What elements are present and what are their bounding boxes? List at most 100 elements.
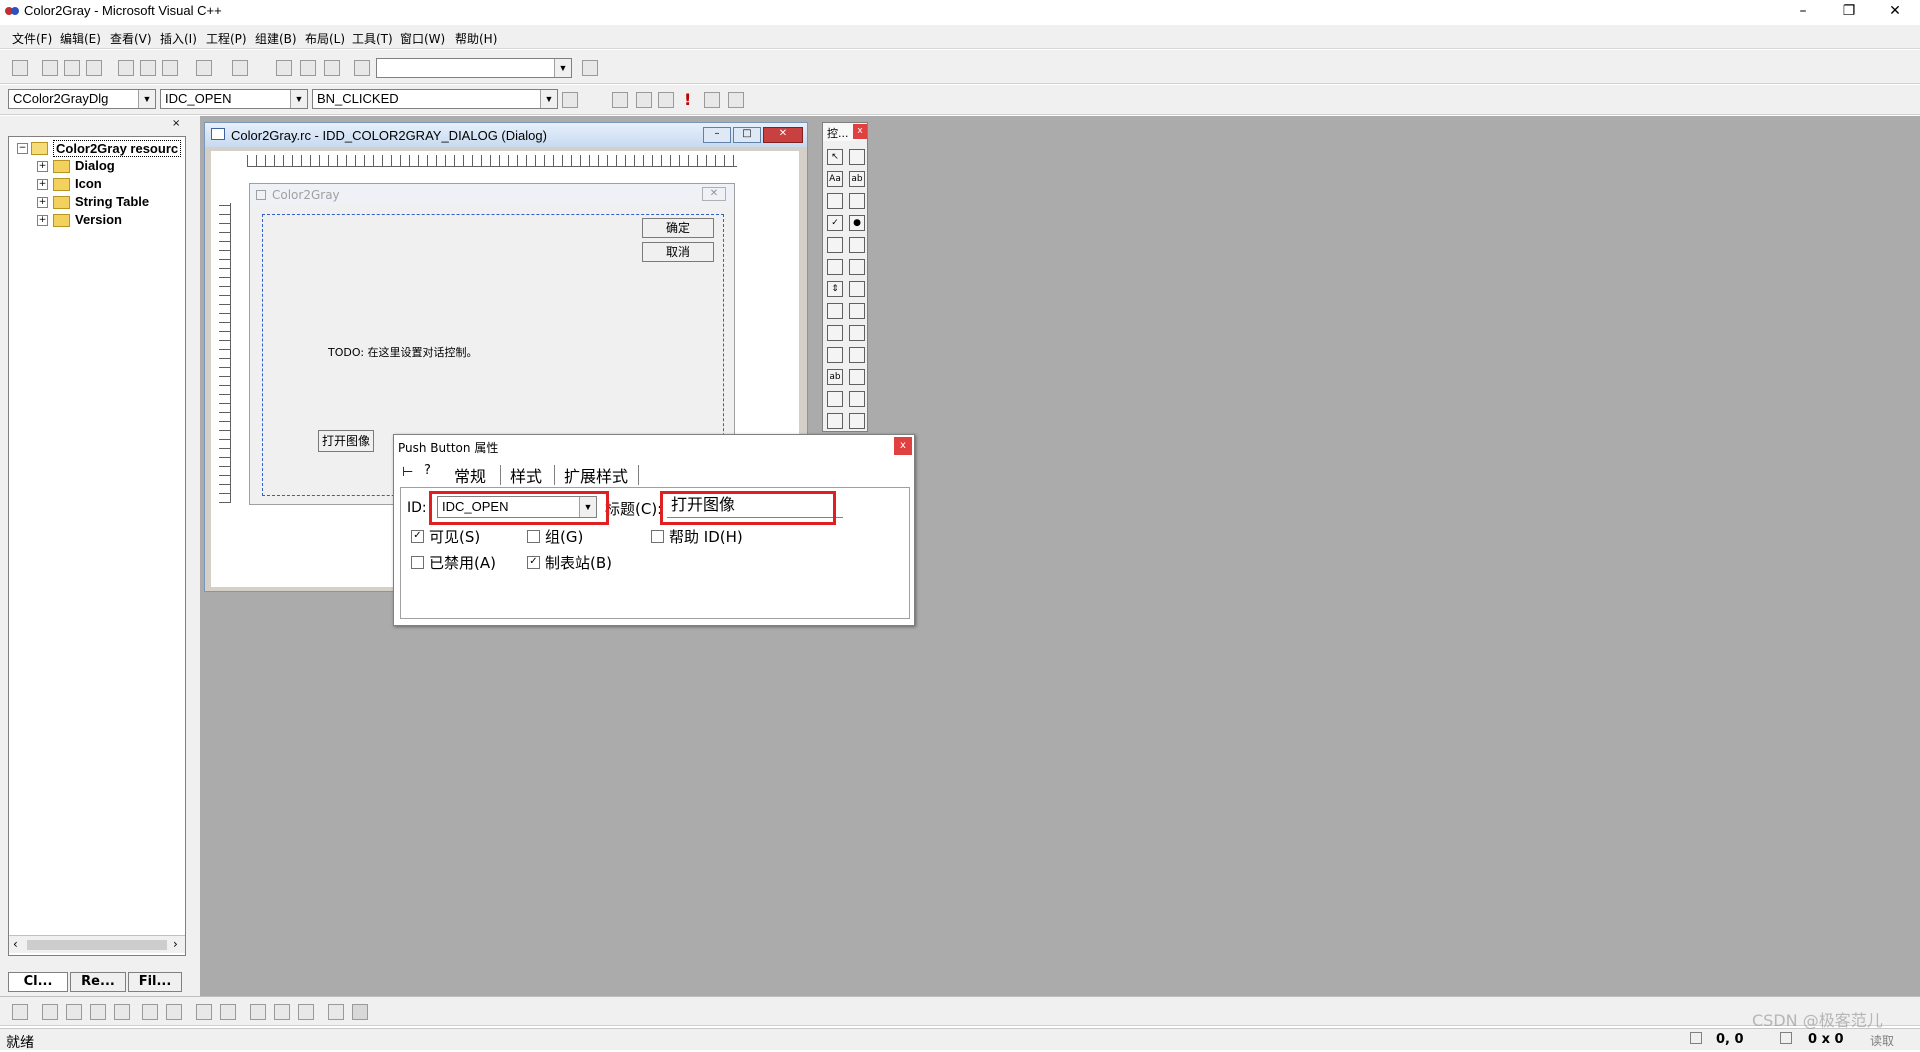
edit-box-icon[interactable]: ab: [849, 171, 865, 187]
radio-button-icon[interactable]: ●: [849, 215, 865, 231]
member-combo[interactable]: BN_CLICKED ▼: [312, 89, 558, 109]
ok-button[interactable]: 确定: [642, 218, 714, 238]
align-left-icon[interactable]: [42, 1004, 58, 1020]
static-text-icon[interactable]: Aa: [827, 171, 843, 187]
open-image-button[interactable]: 打开图像: [318, 430, 374, 452]
list-control-icon[interactable]: [827, 325, 843, 341]
menu-edit[interactable]: 编辑(E): [60, 30, 101, 47]
toggle-grid-icon[interactable]: [328, 1004, 344, 1020]
expand-icon[interactable]: +: [37, 215, 48, 226]
maximize-icon[interactable]: □: [733, 127, 761, 143]
test-dialog-icon[interactable]: [12, 1004, 28, 1020]
toggle-guides-icon[interactable]: [352, 1004, 368, 1020]
menu-build[interactable]: 组建(B): [255, 30, 297, 47]
filter-combo[interactable]: IDC_OPEN ▼: [160, 89, 308, 109]
list-box-icon[interactable]: [849, 237, 865, 253]
output-icon[interactable]: [300, 60, 316, 76]
tab-styles[interactable]: 样式: [510, 463, 542, 487]
tree-item-dialog[interactable]: Dialog: [75, 158, 115, 173]
tab-general[interactable]: 常规: [454, 463, 486, 487]
menu-help[interactable]: 帮助(H): [455, 30, 497, 47]
open-folder-icon[interactable]: [42, 60, 58, 76]
menu-project[interactable]: 工程(P): [206, 30, 247, 47]
space-across-icon[interactable]: [196, 1004, 212, 1020]
menu-tools[interactable]: 工具(T): [352, 30, 393, 47]
visible-checkbox[interactable]: ✓: [411, 530, 424, 543]
minimize-button[interactable]: –: [1780, 0, 1826, 22]
execute-icon[interactable]: !: [684, 90, 691, 109]
expand-icon[interactable]: +: [37, 161, 48, 172]
class-combo[interactable]: CColor2GrayDlg ▼: [8, 89, 156, 109]
save-icon[interactable]: [64, 60, 80, 76]
chevron-down-icon[interactable]: ▼: [540, 90, 557, 108]
find-icon[interactable]: [582, 60, 598, 76]
ip-address-icon[interactable]: [849, 391, 865, 407]
menu-insert[interactable]: 插入(I): [160, 30, 197, 47]
menu-layout[interactable]: 布局(L): [305, 30, 345, 47]
menu-window[interactable]: 窗口(W): [400, 30, 445, 47]
picture-icon[interactable]: [849, 149, 865, 165]
scrollbar-thumb[interactable]: [27, 940, 167, 950]
build-icon[interactable]: [636, 92, 652, 108]
pin-icon[interactable]: ⊢: [402, 465, 413, 480]
tree-item-version[interactable]: Version: [75, 212, 122, 227]
tab-resourceview[interactable]: Re...: [70, 972, 126, 992]
same-width-icon[interactable]: [250, 1004, 266, 1020]
breakpoint-icon[interactable]: [728, 92, 744, 108]
chevron-down-icon[interactable]: ▼: [554, 59, 571, 77]
slider-icon[interactable]: [827, 303, 843, 319]
close-button[interactable]: ✕: [1872, 0, 1918, 22]
horizontal-scrollbar[interactable]: ‹ ›: [9, 935, 185, 953]
stop-build-icon[interactable]: [658, 92, 674, 108]
tab-classview[interactable]: Cl...: [8, 972, 68, 992]
wizard-action-icon[interactable]: [562, 92, 578, 108]
disabled-checkbox[interactable]: [411, 556, 424, 569]
collapse-icon[interactable]: −: [17, 143, 28, 154]
progress-icon[interactable]: [849, 281, 865, 297]
tab-extended-styles[interactable]: 扩展样式: [564, 463, 628, 487]
button-icon[interactable]: [849, 193, 865, 209]
workspace-icon[interactable]: [276, 60, 292, 76]
animate-icon[interactable]: [849, 347, 865, 363]
group-checkbox[interactable]: [527, 530, 540, 543]
month-calendar-icon[interactable]: [827, 391, 843, 407]
close-icon[interactable]: ×: [172, 118, 180, 129]
cut-icon[interactable]: [118, 60, 134, 76]
chevron-down-icon[interactable]: ▼: [138, 90, 155, 108]
menu-view[interactable]: 查看(V): [110, 30, 152, 47]
same-height-icon[interactable]: [274, 1004, 290, 1020]
custom-control-icon[interactable]: [827, 413, 843, 429]
expand-icon[interactable]: +: [37, 179, 48, 190]
horizontal-scroll-icon[interactable]: [827, 259, 843, 275]
menu-file[interactable]: 文件(F): [12, 30, 52, 47]
window-list-icon[interactable]: [324, 60, 340, 76]
go-icon[interactable]: [704, 92, 720, 108]
tabstop-checkbox[interactable]: ✓: [527, 556, 540, 569]
close-icon[interactable]: x: [853, 124, 867, 139]
copy-icon[interactable]: [140, 60, 156, 76]
align-top-icon[interactable]: [90, 1004, 106, 1020]
chevron-down-icon[interactable]: ▼: [290, 90, 307, 108]
find-combo[interactable]: ▼: [376, 58, 572, 78]
scroll-left-icon[interactable]: ‹: [13, 937, 18, 951]
help-id-checkbox[interactable]: [651, 530, 664, 543]
center-horizontal-icon[interactable]: [166, 1004, 182, 1020]
tree-root[interactable]: Color2Gray resourc: [53, 140, 182, 157]
date-picker-icon[interactable]: [849, 369, 865, 385]
center-vertical-icon[interactable]: [142, 1004, 158, 1020]
redo-icon[interactable]: [232, 60, 248, 76]
combo-box-icon[interactable]: [827, 237, 843, 253]
todo-static-text[interactable]: TODO: 在这里设置对话控制。: [328, 344, 478, 360]
find-in-files-icon[interactable]: [354, 60, 370, 76]
spin-icon[interactable]: ⇕: [827, 281, 843, 297]
align-right-icon[interactable]: [66, 1004, 82, 1020]
expand-icon[interactable]: +: [37, 197, 48, 208]
align-bottom-icon[interactable]: [114, 1004, 130, 1020]
extended-combo-icon[interactable]: [849, 413, 865, 429]
vertical-scroll-icon[interactable]: [849, 259, 865, 275]
same-size-icon[interactable]: [298, 1004, 314, 1020]
paste-icon[interactable]: [162, 60, 178, 76]
undo-icon[interactable]: [196, 60, 212, 76]
scroll-right-icon[interactable]: ›: [173, 937, 178, 951]
tree-item-icon[interactable]: Icon: [75, 176, 102, 191]
